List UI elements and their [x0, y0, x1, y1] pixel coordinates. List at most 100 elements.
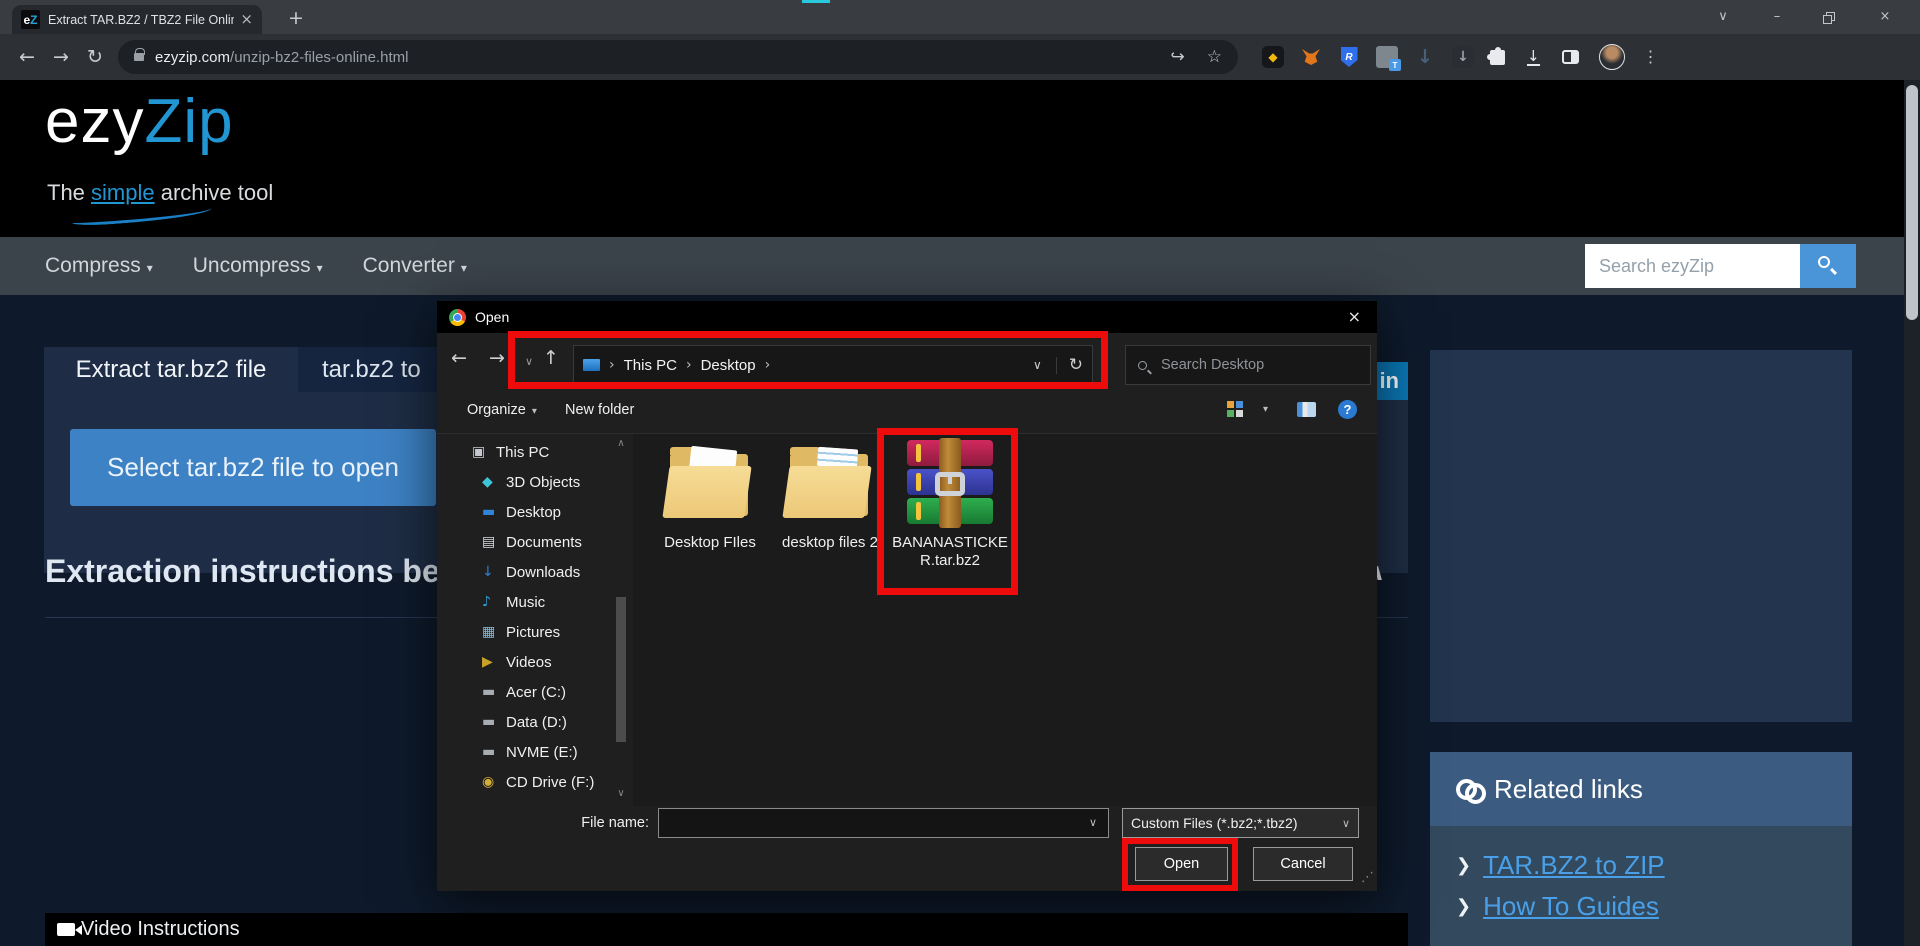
forward-icon[interactable]: →	[44, 48, 78, 67]
dialog-close-icon[interactable]: ×	[1348, 309, 1365, 325]
file-name-input[interactable]	[658, 808, 1109, 838]
file-type-select[interactable]: Custom Files (*.bz2;*.tbz2) ∨	[1122, 808, 1359, 838]
related-link[interactable]: TAR.BZ2 to ZIP	[1483, 850, 1665, 881]
dialog-titlebar[interactable]: Open ×	[437, 301, 1377, 333]
scrollbar-thumb[interactable]	[1906, 85, 1918, 320]
browser-menu-icon[interactable]: ⋮	[1643, 49, 1659, 65]
dialog-search-input[interactable]	[1161, 357, 1351, 373]
address-bar[interactable]: ezyzip.com /unzip-bz2-files-online.html …	[118, 40, 1238, 74]
side-panel-icon[interactable]	[1562, 50, 1579, 64]
lock-icon[interactable]	[134, 53, 144, 61]
sidebar-item-label: Data (D:)	[506, 714, 567, 731]
sidebar-item[interactable]: ◉ CD Drive (F:)	[437, 767, 613, 797]
tab-search-icon[interactable]: ∨	[1696, 0, 1750, 34]
profile-avatar[interactable]	[1599, 44, 1625, 70]
scroll-down-icon[interactable]: ∨	[614, 789, 628, 799]
related-links-panel: Related links ❯ TAR.BZ2 to ZIP ❯ How To …	[1430, 752, 1852, 946]
sidebar-item-label: CD Drive (F:)	[506, 774, 594, 791]
resize-grip[interactable]: ⋰	[1361, 871, 1374, 884]
nav-menu-item[interactable]: Uncompress▾	[193, 254, 323, 278]
sidebar-item-icon: ▬	[482, 685, 506, 699]
gray-arrow-extension-icon[interactable]: ↓	[1452, 46, 1474, 68]
help-icon[interactable]: ?	[1338, 400, 1357, 419]
site-favicon: eZ	[21, 10, 40, 29]
related-links-title: Related links	[1494, 774, 1643, 805]
sidebar-item-icon: ▦	[482, 625, 506, 639]
site-search-input[interactable]	[1585, 244, 1800, 288]
new-folder-button[interactable]: New folder	[565, 402, 634, 418]
related-link[interactable]: How To Guides	[1483, 891, 1659, 922]
highlight-address-bar	[508, 331, 1108, 389]
nav-menu-item[interactable]: Compress▾	[45, 254, 153, 278]
cancel-button[interactable]: Cancel	[1253, 847, 1353, 881]
sidebar-item[interactable]: ▦ Pictures	[437, 617, 613, 647]
sidebar-item-label: Music	[506, 594, 545, 611]
dialog-forward-icon[interactable]: →	[489, 349, 505, 368]
view-options-caret-icon[interactable]: ▾	[1263, 405, 1268, 415]
new-tab-button[interactable]: +	[283, 5, 309, 31]
shield-extension-icon[interactable]: R	[1338, 46, 1360, 68]
link-chain-icon	[1456, 779, 1482, 799]
sidebar-item[interactable]: ↓ Downloads	[437, 557, 613, 587]
tab-close-icon[interactable]: ×	[240, 12, 253, 27]
sidebar-scroll-thumb[interactable]	[616, 597, 626, 742]
url-path: /unzip-bz2-files-online.html	[230, 49, 408, 66]
scroll-up-icon[interactable]: ∧	[614, 439, 628, 449]
sidebar-item-icon: ▤	[482, 535, 506, 549]
details-view-icon[interactable]	[1297, 402, 1316, 417]
sidebar-item[interactable]: ▬ NVME (E:)	[437, 737, 613, 767]
sidebar-item-icon: ◉	[482, 775, 506, 789]
select-file-button[interactable]: Select tar.bz2 file to open	[70, 429, 436, 506]
file-item[interactable]: desktop files 2	[772, 440, 888, 552]
sidebar-item-label: Documents	[506, 534, 582, 551]
search-icon	[1138, 361, 1147, 370]
tab-title: Extract TAR.BZ2 / TBZ2 File Onlin	[48, 13, 234, 27]
sidebar-item[interactable]: ♪ Music	[437, 587, 613, 617]
bnb-extension-icon[interactable]: ◆	[1262, 46, 1284, 68]
search-icon	[1818, 256, 1830, 268]
sidebar-item[interactable]: ◆ 3D Objects	[437, 467, 613, 497]
top-accent-dash	[802, 0, 830, 3]
down-arrow-extension-icon[interactable]: ↓	[1414, 46, 1436, 68]
file-item[interactable]: Desktop FIles	[652, 440, 768, 552]
sidebar-item-label: This PC	[496, 444, 549, 461]
sidebar-scrollbar[interactable]: ∧ ∨	[614, 437, 628, 803]
restore-icon[interactable]	[1804, 0, 1858, 34]
sidebar-item[interactable]: ▬ Data (D:)	[437, 707, 613, 737]
site-header: ezyZip The simple archive tool	[0, 80, 1920, 237]
sidebar-item[interactable]: ▤ Documents	[437, 527, 613, 557]
sidebar-item[interactable]: ▬ Desktop	[437, 497, 613, 527]
browser-tab[interactable]: eZ Extract TAR.BZ2 / TBZ2 File Onlin ×	[12, 5, 262, 34]
chevron-down-icon: ▾	[532, 406, 537, 417]
bookmark-star-icon[interactable]: ☆	[1207, 49, 1222, 66]
sidebar-item-label: Downloads	[506, 564, 580, 581]
chevron-right-icon: ❯	[1456, 898, 1471, 916]
file-icon	[782, 440, 878, 528]
file-icon	[662, 440, 758, 528]
dialog-back-icon[interactable]: ←	[451, 349, 467, 368]
file-name-label: Desktop FIles	[652, 534, 768, 552]
share-icon[interactable]: ↪	[1171, 49, 1185, 66]
site-logo[interactable]: ezyZip	[45, 86, 234, 157]
metamask-extension-icon[interactable]	[1300, 46, 1322, 68]
sidebar-item[interactable]: ▬ Acer (C:)	[437, 677, 613, 707]
minimize-icon[interactable]: –	[1750, 0, 1804, 34]
downloads-icon[interactable]: ↓	[1527, 49, 1540, 66]
chevron-down-icon: ▾	[147, 261, 153, 275]
sidebar-item[interactable]: ▣ This PC	[437, 437, 613, 467]
thumbnail-view-icon[interactable]	[1227, 401, 1243, 417]
file-name-label: desktop files 2	[772, 534, 888, 552]
file-name-dropdown-icon[interactable]: ∨	[1089, 817, 1097, 828]
close-window-icon[interactable]: ×	[1858, 0, 1912, 34]
server-extension-icon[interactable]: T	[1376, 46, 1398, 68]
nav-menu-item[interactable]: Converter▾	[363, 254, 467, 278]
highlight-open-button	[1122, 838, 1238, 891]
organize-button[interactable]: Organize▾	[467, 402, 537, 418]
tab-extract-tarbz2[interactable]: Extract tar.bz2 file	[44, 347, 298, 392]
back-icon[interactable]: ←	[10, 48, 44, 67]
chevron-down-icon: ▾	[317, 261, 323, 275]
site-search-button[interactable]	[1800, 244, 1856, 288]
sidebar-item[interactable]: ▶ Videos	[437, 647, 613, 677]
extensions-puzzle-icon[interactable]	[1490, 50, 1505, 65]
reload-icon[interactable]: ↻	[78, 48, 112, 67]
